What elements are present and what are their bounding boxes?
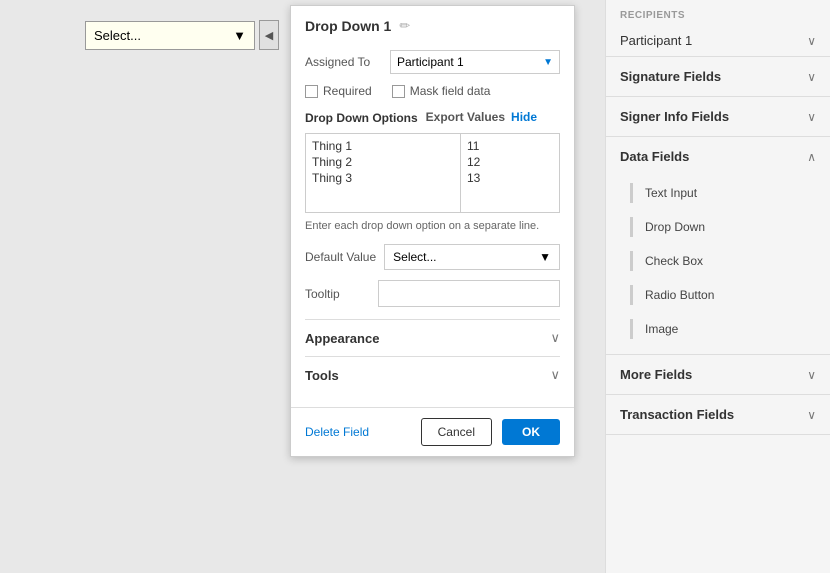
export-values-list[interactable]: 11 12 13 <box>460 133 560 213</box>
signer-info-title: Signer Info Fields <box>620 109 729 124</box>
data-fields-section: Data Fields ∧ Text Input Drop Down Check… <box>606 137 830 355</box>
assigned-to-row: Assigned To Participant 1 ▼ <box>305 50 560 74</box>
modal-header: Drop Down 1 ✏ <box>291 6 574 42</box>
required-label: Required <box>323 84 372 98</box>
edit-icon[interactable]: ✏ <box>399 18 410 34</box>
delete-field-link[interactable]: Delete Field <box>305 425 369 439</box>
tooltip-row: Tooltip <box>305 280 560 307</box>
cancel-button[interactable]: Cancel <box>421 418 492 446</box>
more-fields-section: More Fields ∨ <box>606 355 830 395</box>
default-value-select[interactable]: Select... ▼ <box>384 244 560 270</box>
right-panel: RECIPIENTS Participant 1 ∨ Signature Fie… <box>605 0 830 573</box>
panel-item-radio-button[interactable]: Radio Button <box>606 278 830 312</box>
signer-info-header[interactable]: Signer Info Fields ∨ <box>606 97 830 136</box>
check-box-label: Check Box <box>645 254 703 268</box>
data-fields-title: Data Fields <box>620 149 689 164</box>
data-fields-header[interactable]: Data Fields ∧ <box>606 137 830 176</box>
default-select-arrow: ▼ <box>539 250 551 264</box>
data-fields-chevron: ∧ <box>807 150 816 164</box>
transaction-fields-section: Transaction Fields ∨ <box>606 395 830 435</box>
default-select-placeholder: Select... <box>393 250 436 264</box>
assigned-to-arrow: ▼ <box>543 57 553 68</box>
signature-fields-title: Signature Fields <box>620 69 721 84</box>
participant-chevron: ∨ <box>807 34 816 48</box>
canvas-select-field[interactable]: Select... ▼ <box>85 21 255 50</box>
item-bar <box>630 183 633 203</box>
options-label: Drop Down Options <box>305 110 418 127</box>
list-item: Thing 2 <box>312 154 454 170</box>
main-container: Select... ▼ ◀ Drop Down 1 ✏ Assigned To … <box>0 0 830 573</box>
default-value-label: Default Value <box>305 249 376 266</box>
more-fields-title: More Fields <box>620 367 692 382</box>
assigned-to-value: Participant 1 <box>397 55 464 69</box>
more-fields-chevron: ∨ <box>807 368 816 382</box>
panel-item-text-input[interactable]: Text Input <box>606 176 830 210</box>
tooltip-input[interactable] <box>378 280 560 307</box>
options-header: Drop Down Options Export Values Hide <box>305 110 560 127</box>
radio-button-label: Radio Button <box>645 288 714 302</box>
assigned-to-label: Assigned To <box>305 55 390 69</box>
hide-link[interactable]: Hide <box>511 110 537 124</box>
panel-item-image[interactable]: Image <box>606 312 830 346</box>
transaction-fields-header[interactable]: Transaction Fields ∨ <box>606 395 830 434</box>
options-grid: Thing 1 Thing 2 Thing 3 11 12 13 <box>305 133 560 213</box>
options-hint: Enter each drop down option on a separat… <box>305 219 560 234</box>
options-section: Drop Down Options Export Values Hide Thi… <box>305 110 560 234</box>
transaction-fields-title: Transaction Fields <box>620 407 734 422</box>
item-bar <box>630 217 633 237</box>
tooltip-label: Tooltip <box>305 287 370 301</box>
default-value-row: Default Value Select... ▼ <box>305 244 560 270</box>
options-list[interactable]: Thing 1 Thing 2 Thing 3 <box>305 133 460 213</box>
checkbox-row: Required Mask field data <box>305 84 560 98</box>
tools-chevron: ∨ <box>550 367 560 383</box>
signature-fields-section: Signature Fields ∨ <box>606 57 830 97</box>
mask-checkbox-box <box>392 85 405 98</box>
export-val-item: 11 <box>467 138 553 154</box>
item-bar <box>630 285 633 305</box>
required-checkbox-box <box>305 85 318 98</box>
data-fields-items: Text Input Drop Down Check Box Radio But… <box>606 176 830 354</box>
canvas-dropdown-field: Select... ▼ ◀ <box>85 20 279 50</box>
more-fields-header[interactable]: More Fields ∨ <box>606 355 830 394</box>
signature-chevron: ∨ <box>807 70 816 84</box>
modal-title: Drop Down 1 <box>305 18 391 34</box>
assigned-to-select[interactable]: Participant 1 ▼ <box>390 50 560 74</box>
panel-item-check-box[interactable]: Check Box <box>606 244 830 278</box>
list-item: Thing 3 <box>312 170 454 186</box>
participant-name: Participant 1 <box>620 33 692 48</box>
tools-label: Tools <box>305 368 339 383</box>
transaction-fields-chevron: ∨ <box>807 408 816 422</box>
list-item: Thing 1 <box>312 138 454 154</box>
export-val-item: 12 <box>467 154 553 170</box>
text-input-label: Text Input <box>645 186 697 200</box>
modal-footer: Delete Field Cancel OK <box>291 407 574 456</box>
recipients-header: RECIPIENTS <box>606 0 830 25</box>
image-label: Image <box>645 322 678 336</box>
required-checkbox[interactable]: Required <box>305 84 372 98</box>
appearance-label: Appearance <box>305 331 379 346</box>
export-val-item: 13 <box>467 170 553 186</box>
mask-checkbox[interactable]: Mask field data <box>392 84 491 98</box>
panel-item-drop-down[interactable]: Drop Down <box>606 210 830 244</box>
canvas-select-label: Select... <box>94 28 141 43</box>
drop-down-label: Drop Down <box>645 220 705 234</box>
appearance-chevron: ∨ <box>550 330 560 346</box>
item-bar <box>630 251 633 271</box>
canvas-arrow-button[interactable]: ◀ <box>259 20 279 50</box>
item-bar <box>630 319 633 339</box>
canvas-select-arrow: ▼ <box>233 28 246 43</box>
tools-accordion[interactable]: Tools ∨ <box>305 356 560 393</box>
mask-label: Mask field data <box>410 84 491 98</box>
participant-row[interactable]: Participant 1 ∨ <box>606 25 830 57</box>
modal-panel: Drop Down 1 ✏ Assigned To Participant 1 … <box>290 5 575 457</box>
signer-info-chevron: ∨ <box>807 110 816 124</box>
export-values-header: Export Values Hide <box>426 110 537 124</box>
export-values-label: Export Values <box>426 110 505 124</box>
signer-info-section: Signer Info Fields ∨ <box>606 97 830 137</box>
signature-fields-header[interactable]: Signature Fields ∨ <box>606 57 830 96</box>
ok-button[interactable]: OK <box>502 419 560 445</box>
modal-body: Assigned To Participant 1 ▼ Required Mas… <box>291 42 574 407</box>
recipients-label: RECIPIENTS <box>620 10 685 21</box>
appearance-accordion[interactable]: Appearance ∨ <box>305 319 560 356</box>
